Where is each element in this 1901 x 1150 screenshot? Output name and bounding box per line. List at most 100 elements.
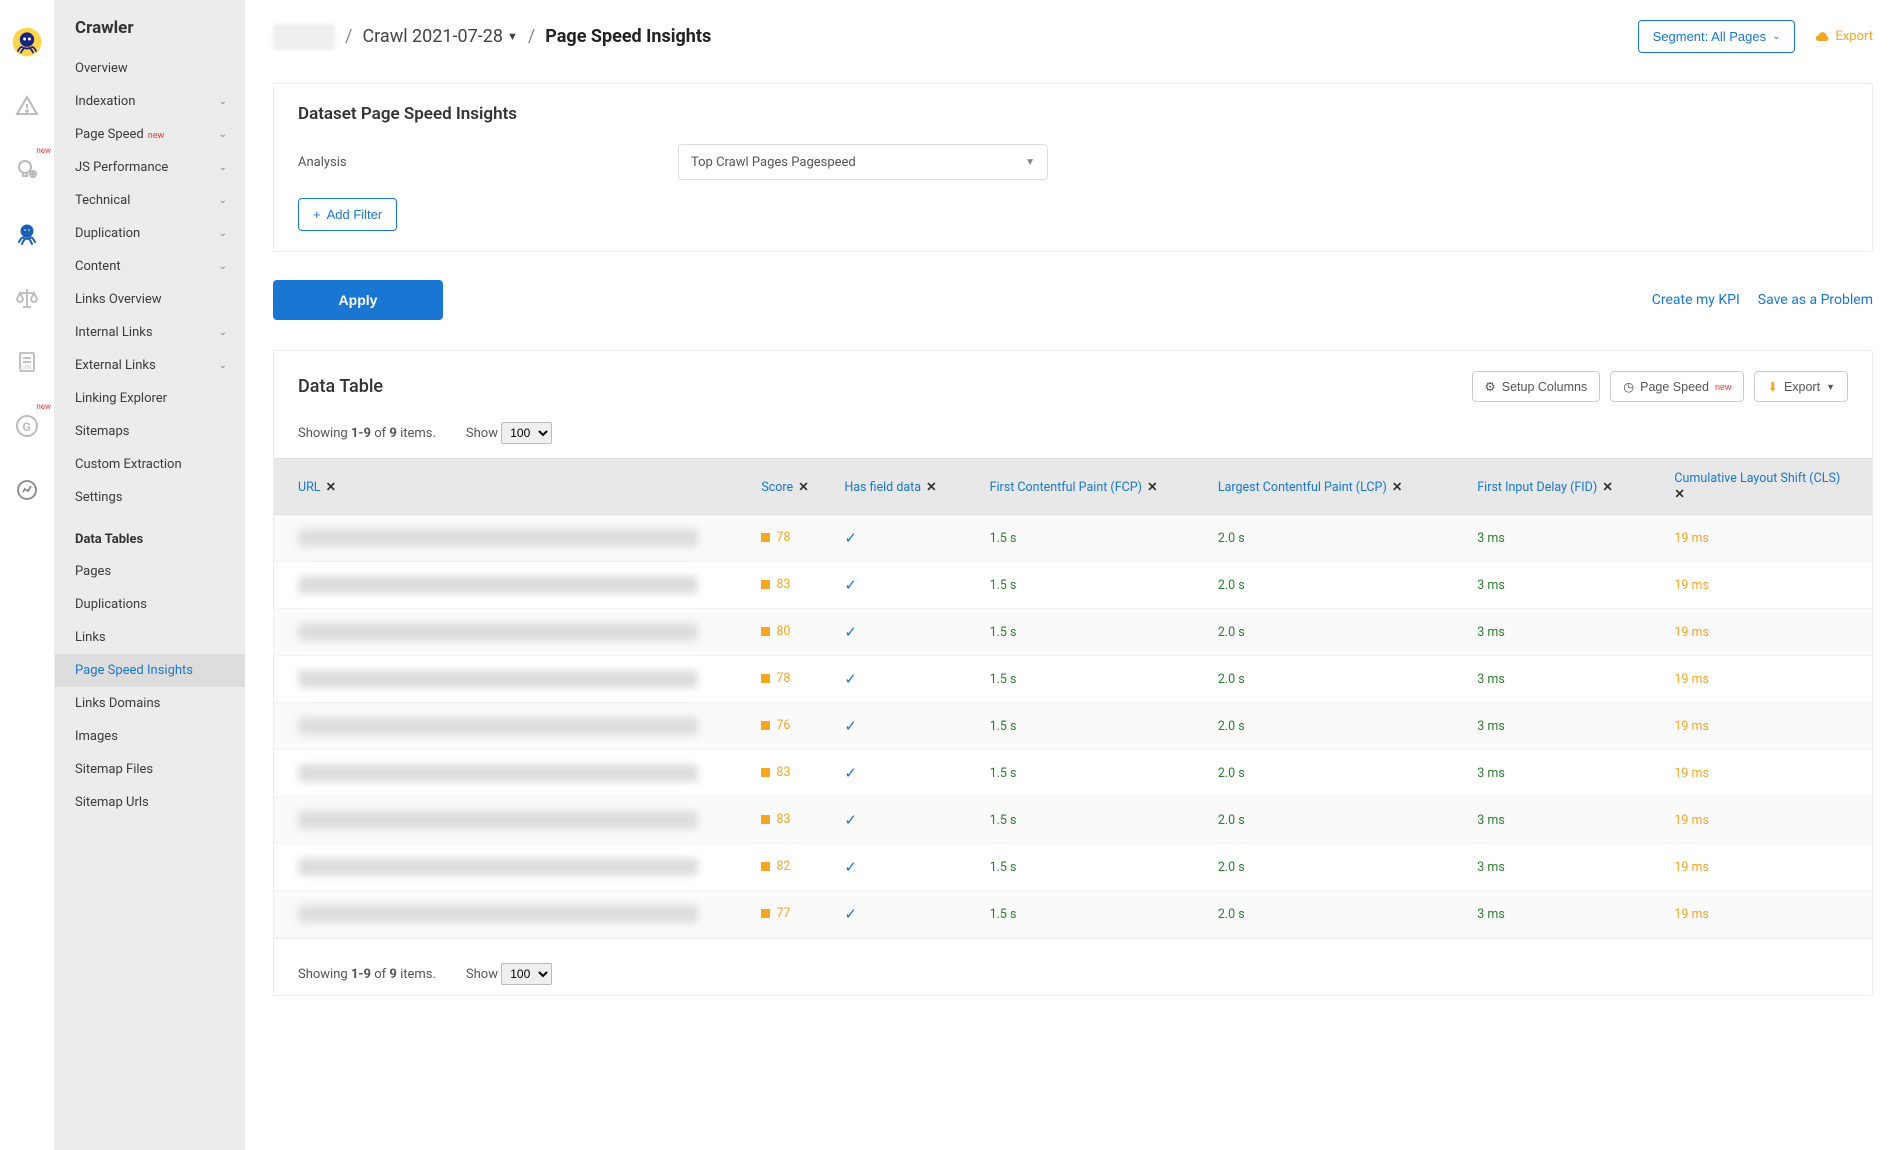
showing-row-bottom: Showing 1-9 of 9 items. Show 100	[274, 938, 1872, 995]
crawl-dropdown[interactable]: Crawl 2021-07-28 ▼	[362, 26, 517, 47]
sidebar-item-duplications[interactable]: Duplications	[55, 588, 245, 621]
bulb-icon[interactable]: new	[9, 152, 45, 188]
sidebar-item-js-performance[interactable]: JS Performance⌄	[55, 151, 245, 184]
page-size-select[interactable]: 100	[501, 963, 552, 985]
chevron-down-icon: ⌄	[219, 261, 227, 272]
col-first-contentful-paint-fcp-[interactable]: First Contentful Paint (FCP) ✕	[980, 459, 1208, 515]
sidebar-item-links-overview[interactable]: Links Overview	[55, 283, 245, 316]
url-blurred	[298, 811, 698, 829]
col-close-icon[interactable]: ✕	[323, 480, 337, 495]
cell-lcp: 2.0 s	[1208, 515, 1467, 562]
col-largest-contentful-paint-lcp-[interactable]: Largest Contentful Paint (LCP) ✕	[1208, 459, 1467, 515]
cell-url[interactable]	[274, 515, 751, 562]
sidebar-item-sitemap-urls[interactable]: Sitemap Urls	[55, 786, 245, 819]
create-kpi-link[interactable]: Create my KPI	[1652, 292, 1740, 308]
octopus-icon[interactable]	[9, 216, 45, 252]
analysis-select[interactable]: Top Crawl Pages Pagespeed ▼	[678, 144, 1048, 180]
col-cumulative-layout-shift-cls-[interactable]: Cumulative Layout Shift (CLS) ✕	[1664, 459, 1872, 515]
cell-url[interactable]	[274, 656, 751, 703]
sidebar-item-pages[interactable]: Pages	[55, 555, 245, 588]
sidebar-item-page-speed[interactable]: Page Speednew⌄	[55, 118, 245, 151]
page-speed-button[interactable]: ◷ Page Speed new	[1610, 371, 1744, 402]
plus-icon: +	[313, 207, 321, 222]
cell-url[interactable]	[274, 703, 751, 750]
project-chip[interactable]	[273, 24, 335, 50]
cell-cls: 19 ms	[1664, 609, 1872, 656]
cell-fcp: 1.5 s	[980, 562, 1208, 609]
col-has-field-data[interactable]: Has field data ✕	[834, 459, 979, 515]
sidebar-item-duplication[interactable]: Duplication⌄	[55, 217, 245, 250]
sidebar-item-internal-links[interactable]: Internal Links⌄	[55, 316, 245, 349]
cell-cls: 19 ms	[1664, 515, 1872, 562]
sidebar-item-settings[interactable]: Settings	[55, 481, 245, 514]
breadcrumb-actions: Segment: All Pages ⌄ Export	[1638, 20, 1873, 53]
save-problem-link[interactable]: Save as a Problem	[1758, 292, 1873, 308]
sidebar-item-sitemaps[interactable]: Sitemaps	[55, 415, 245, 448]
col-close-icon[interactable]: ✕	[795, 480, 809, 495]
show-control: Show 100	[466, 422, 552, 444]
cell-lcp: 2.0 s	[1208, 844, 1467, 891]
show-control: Show 100	[466, 963, 552, 985]
cell-fid: 3 ms	[1467, 703, 1664, 750]
sidebar-item-indexation[interactable]: Indexation⌄	[55, 85, 245, 118]
cell-url[interactable]	[274, 797, 751, 844]
col-first-input-delay-fid-[interactable]: First Input Delay (FID) ✕	[1467, 459, 1664, 515]
show-label: Show	[466, 967, 498, 982]
cell-fcp: 1.5 s	[980, 891, 1208, 938]
score-value: 83	[776, 765, 790, 780]
chevron-down-icon: ⌄	[219, 162, 227, 173]
sidebar-item-label: Sitemap Urls	[75, 795, 149, 810]
cell-url[interactable]	[274, 750, 751, 797]
col-close-icon[interactable]: ✕	[1599, 480, 1613, 495]
segment-button[interactable]: Segment: All Pages ⌄	[1638, 20, 1796, 53]
sidebar-item-links-domains[interactable]: Links Domains	[55, 687, 245, 720]
sidebar-item-content[interactable]: Content⌄	[55, 250, 245, 283]
sidebar-item-technical[interactable]: Technical⌄	[55, 184, 245, 217]
cell-url[interactable]	[274, 562, 751, 609]
cell-fcp: 1.5 s	[980, 797, 1208, 844]
google-icon[interactable]: new G	[9, 408, 45, 444]
sidebar-item-links[interactable]: Links	[55, 621, 245, 654]
cell-url[interactable]	[274, 609, 751, 656]
new-badge: new	[36, 402, 51, 411]
score-value: 76	[776, 718, 790, 733]
cell-lcp: 2.0 s	[1208, 562, 1467, 609]
table-row: 77✓1.5 s2.0 s3 ms19 ms	[274, 891, 1872, 938]
sidebar-item-sitemap-files[interactable]: Sitemap Files	[55, 753, 245, 786]
cell-url[interactable]	[274, 891, 751, 938]
page-size-select[interactable]: 100	[501, 422, 552, 444]
col-close-icon[interactable]: ✕	[1674, 487, 1684, 502]
cell-url[interactable]	[274, 844, 751, 891]
cell-fcp: 1.5 s	[980, 515, 1208, 562]
cell-cls: 19 ms	[1664, 844, 1872, 891]
export-label: Export	[1784, 380, 1820, 394]
analysis-icon[interactable]	[9, 472, 45, 508]
sidebar-item-images[interactable]: Images	[55, 720, 245, 753]
url-blurred	[298, 623, 698, 641]
doc-icon[interactable]: LOG	[9, 344, 45, 380]
sidebar-item-custom-extraction[interactable]: Custom Extraction	[55, 448, 245, 481]
sidebar-item-linking-explorer[interactable]: Linking Explorer	[55, 382, 245, 415]
cell-fid: 3 ms	[1467, 562, 1664, 609]
sidebar-item-external-links[interactable]: External Links⌄	[55, 349, 245, 382]
sidebar-item-overview[interactable]: Overview	[55, 52, 245, 85]
sidebar-item-page-speed-insights[interactable]: Page Speed Insights	[55, 654, 245, 687]
chevron-down-icon: ⌄	[219, 360, 227, 371]
setup-columns-button[interactable]: ⚙ Setup Columns	[1472, 371, 1601, 402]
warning-icon[interactable]	[9, 88, 45, 124]
icon-rail: new LOG new G	[0, 0, 55, 1150]
export-button[interactable]: ⬇ Export ▼	[1754, 371, 1848, 402]
chevron-down-icon: ⌄	[1772, 31, 1780, 42]
logo-icon[interactable]	[9, 24, 45, 60]
add-filter-button[interactable]: + Add Filter	[298, 198, 397, 231]
col-close-icon[interactable]: ✕	[1144, 480, 1158, 495]
col-close-icon[interactable]: ✕	[923, 480, 937, 495]
sidebar-item-label: Links	[75, 630, 106, 645]
cell-has-field-data: ✓	[834, 562, 979, 609]
col-close-icon[interactable]: ✕	[1389, 480, 1403, 495]
apply-button[interactable]: Apply	[273, 280, 443, 320]
export-link[interactable]: Export	[1815, 29, 1873, 44]
scale-icon[interactable]	[9, 280, 45, 316]
col-score[interactable]: Score ✕	[751, 459, 834, 515]
col-url[interactable]: URL ✕	[274, 459, 751, 515]
